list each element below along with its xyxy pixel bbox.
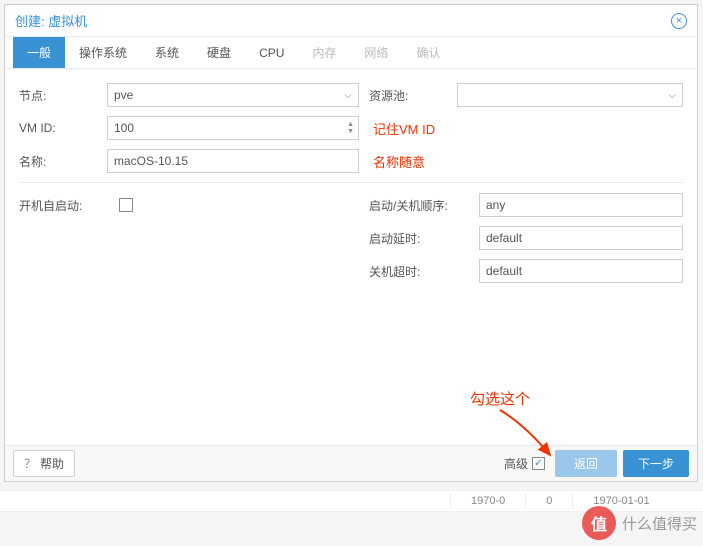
dialog-title: 创建: 虚拟机 — [15, 11, 87, 30]
tab-confirm: 确认 — [402, 37, 454, 68]
downdelay-input[interactable]: default — [479, 259, 683, 283]
node-label: 节点: — [19, 87, 107, 104]
chevron-down-icon: ⌵ — [344, 90, 352, 101]
tab-disk[interactable]: 硬盘 — [193, 37, 245, 68]
updelay-value: default — [486, 231, 522, 245]
order-label: 启动/关机顺序: — [369, 197, 479, 214]
bg-date: 1970-0 — [471, 495, 505, 507]
name-label: 名称: — [19, 153, 107, 170]
autostart-checkbox[interactable] — [119, 198, 133, 212]
node-select[interactable]: pve ⌵ — [107, 83, 359, 107]
vmid-note: 记住VM ID — [373, 119, 435, 138]
spinner-icon[interactable]: ▲▼ — [347, 121, 354, 135]
autostart-label: 开机自启动: — [19, 197, 119, 214]
help-icon: ？ — [24, 455, 36, 472]
help-label: 帮助 — [40, 455, 64, 472]
divider — [19, 182, 683, 183]
pool-label: 资源池: — [369, 87, 457, 104]
close-button[interactable]: × — [671, 13, 687, 29]
tab-system[interactable]: 系统 — [141, 37, 193, 68]
tab-memory: 内存 — [298, 37, 350, 68]
name-note: 名称随意 — [373, 152, 425, 171]
tab-network: 网络 — [350, 37, 402, 68]
tab-cpu[interactable]: CPU — [245, 37, 298, 68]
watermark-text: 什么值得买 — [622, 513, 697, 534]
arrow-annotation — [490, 405, 570, 465]
downdelay-value: default — [486, 264, 522, 278]
bg-zero: 0 — [546, 495, 552, 507]
tab-general[interactable]: 一般 — [13, 37, 65, 68]
name-value: macOS-10.15 — [114, 154, 188, 168]
downdelay-label: 关机超时: — [369, 263, 479, 280]
title-bar: 创建: 虚拟机 × — [5, 5, 697, 37]
footer: ？ 帮助 高级 ✓ 返回 下一步 — [5, 445, 697, 481]
wizard-tabs: 一般 操作系统 系统 硬盘 CPU 内存 网络 确认 — [5, 37, 697, 69]
pool-select[interactable]: ⌵ — [457, 83, 683, 107]
order-input[interactable]: any — [479, 193, 683, 217]
order-value: any — [486, 198, 505, 212]
updelay-label: 启动延时: — [369, 230, 479, 247]
tab-os[interactable]: 操作系统 — [65, 37, 141, 68]
vmid-value: 100 — [114, 121, 134, 135]
vmid-input[interactable]: 100 ▲▼ — [107, 116, 359, 140]
next-button[interactable]: 下一步 — [623, 450, 689, 477]
vmid-label: VM ID: — [19, 121, 107, 135]
create-vm-dialog: 创建: 虚拟机 × 一般 操作系统 系统 硬盘 CPU 内存 网络 确认 节点:… — [4, 4, 698, 482]
chevron-down-icon: ⌵ — [668, 90, 676, 101]
watermark: 值 什么值得买 — [582, 506, 697, 540]
form-area: 节点: pve ⌵ 资源池: ⌵ VM ID: 100 ▲▼ — [5, 69, 697, 283]
help-button[interactable]: ？ 帮助 — [13, 450, 75, 477]
updelay-input[interactable]: default — [479, 226, 683, 250]
watermark-badge: 值 — [582, 506, 616, 540]
node-value: pve — [114, 88, 133, 102]
name-input[interactable]: macOS-10.15 — [107, 149, 359, 173]
